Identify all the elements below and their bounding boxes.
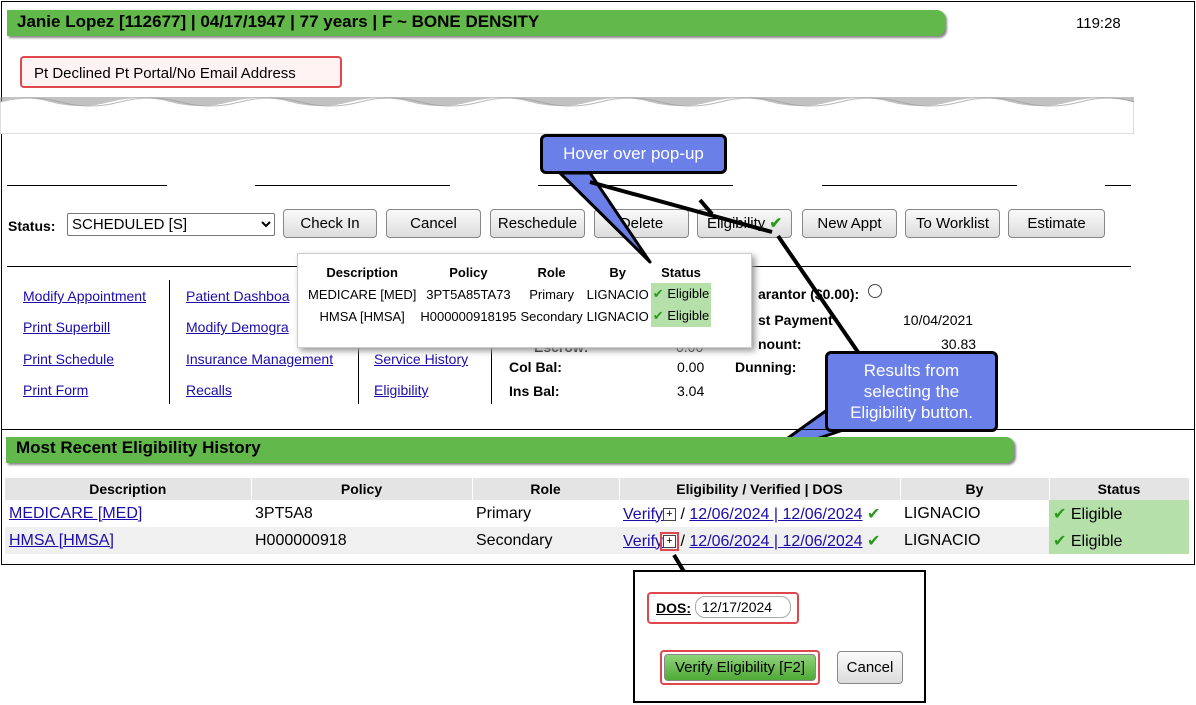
history-header: Status: [1049, 478, 1190, 500]
check-icon: ✔: [867, 505, 881, 523]
expand-plus-icon[interactable]: +: [663, 507, 677, 521]
annotation-arrows: [558, 171, 862, 596]
check-icon: ✔: [1053, 505, 1067, 523]
history-header: By: [900, 478, 1050, 500]
history-description-link[interactable]: MEDICARE [MED]: [9, 505, 142, 522]
history-role: Secondary: [472, 527, 619, 554]
table-row: HMSA [HMSA] H000000918 Secondary Verify +…: [5, 527, 1189, 554]
history-description-link[interactable]: HMSA [HMSA]: [9, 532, 114, 549]
history-header: Policy: [251, 478, 473, 500]
check-icon: ✔: [1053, 532, 1067, 550]
dos-input[interactable]: [695, 596, 791, 618]
history-title-bar: Most Recent Eligibility History: [6, 437, 1014, 463]
history-status-cell: ✔ Eligible: [1049, 527, 1189, 554]
history-role: Primary: [472, 500, 619, 527]
history-policy: 3PT5A8: [251, 500, 472, 527]
history-status: Eligible: [1070, 532, 1123, 550]
history-title: Most Recent Eligibility History: [16, 438, 261, 457]
history-header: Description: [5, 478, 252, 500]
history-policy: H000000918: [251, 527, 472, 554]
check-icon: ✔: [867, 532, 881, 550]
expand-plus-icon[interactable]: +: [660, 531, 680, 551]
verified-dates-link[interactable]: 12/06/2024 | 12/06/2024: [689, 506, 862, 523]
history-by: LIGNACIO: [900, 527, 1049, 554]
dos-cancel-button[interactable]: Cancel: [837, 651, 903, 684]
verified-dates-link[interactable]: 12/06/2024 | 12/06/2024: [689, 533, 862, 550]
results-callout: Results from selecting the Eligibility b…: [825, 351, 998, 432]
history-header: Role: [472, 478, 620, 500]
verify-link[interactable]: Verify: [623, 533, 663, 550]
history-header: Eligibility / Verified | DOS: [619, 478, 901, 500]
history-status: Eligible: [1070, 505, 1123, 523]
history-status-cell: ✔ Eligible: [1049, 500, 1189, 527]
history-table: Description Policy Role Eligibility / Ve…: [5, 478, 1190, 554]
hover-callout: Hover over pop-up: [540, 134, 727, 174]
dos-label: DOS:: [656, 600, 691, 616]
table-row: MEDICARE [MED] 3PT5A8 Primary Verify + / …: [5, 500, 1189, 527]
verify-link[interactable]: Verify: [623, 506, 663, 523]
history-by: LIGNACIO: [900, 500, 1049, 527]
verify-eligibility-button[interactable]: Verify Eligibility [F2]: [664, 654, 816, 681]
